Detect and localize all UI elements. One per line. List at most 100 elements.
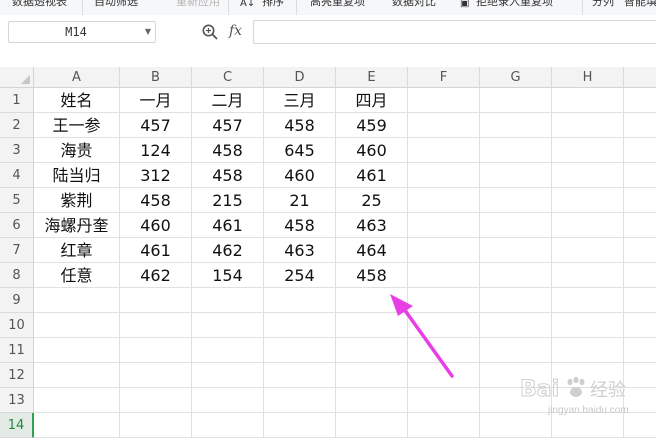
cell-e8[interactable]: 458 <box>336 263 408 288</box>
row-header-9[interactable]: 9 <box>0 288 34 313</box>
row-header-7[interactable]: 7 <box>0 238 34 263</box>
cell-a3[interactable]: 海贵 <box>34 138 120 163</box>
cell-c7[interactable]: 462 <box>192 238 264 263</box>
column-header-d[interactable]: D <box>264 67 336 88</box>
column-header-e[interactable]: E <box>336 67 408 88</box>
smart-fill-button[interactable]: 智能填 <box>624 0 656 9</box>
cell-x14[interactable] <box>624 413 656 438</box>
cell-b9[interactable] <box>120 288 192 313</box>
cell-x11[interactable] <box>624 338 656 363</box>
cell-f9[interactable] <box>408 288 480 313</box>
cell-a4[interactable]: 陆当归 <box>34 163 120 188</box>
cell-e10[interactable] <box>336 313 408 338</box>
cell-d11[interactable] <box>264 338 336 363</box>
cell-d6[interactable]: 458 <box>264 213 336 238</box>
cell-e2[interactable]: 459 <box>336 113 408 138</box>
row-header-2[interactable]: 2 <box>0 113 34 138</box>
column-header-partial[interactable] <box>624 67 656 88</box>
cell-h7[interactable] <box>552 238 624 263</box>
cell-g1[interactable] <box>480 88 552 113</box>
cell-d7[interactable]: 463 <box>264 238 336 263</box>
cell-a9[interactable] <box>34 288 120 313</box>
cell-f5[interactable] <box>408 188 480 213</box>
cell-h5[interactable] <box>552 188 624 213</box>
cell-g4[interactable] <box>480 163 552 188</box>
cell-e4[interactable]: 461 <box>336 163 408 188</box>
cell-g2[interactable] <box>480 113 552 138</box>
cell-c3[interactable]: 458 <box>192 138 264 163</box>
cell-a10[interactable] <box>34 313 120 338</box>
row-header-11[interactable]: 11 <box>0 338 34 363</box>
cell-x2[interactable] <box>624 113 656 138</box>
cell-a1[interactable]: 姓名 <box>34 88 120 113</box>
cell-a6[interactable]: 海螺丹奎 <box>34 213 120 238</box>
cell-g3[interactable] <box>480 138 552 163</box>
name-box[interactable]: M14 ▼ <box>8 21 156 43</box>
cell-f4[interactable] <box>408 163 480 188</box>
sort-button[interactable]: 排序 <box>262 0 284 9</box>
cell-c2[interactable]: 457 <box>192 113 264 138</box>
cell-f1[interactable] <box>408 88 480 113</box>
cell-e9[interactable] <box>336 288 408 313</box>
cell-h9[interactable] <box>552 288 624 313</box>
cell-g5[interactable] <box>480 188 552 213</box>
cell-e6[interactable]: 463 <box>336 213 408 238</box>
zoom-icon[interactable] <box>201 23 219 41</box>
cell-d13[interactable] <box>264 388 336 413</box>
column-header-c[interactable]: C <box>192 67 264 88</box>
cell-a12[interactable] <box>34 363 120 388</box>
column-header-b[interactable]: B <box>120 67 192 88</box>
row-header-12[interactable]: 12 <box>0 363 34 388</box>
cell-d10[interactable] <box>264 313 336 338</box>
cell-g11[interactable] <box>480 338 552 363</box>
chevron-down-icon[interactable]: ▼ <box>145 27 151 36</box>
cell-h8[interactable] <box>552 263 624 288</box>
row-header-10[interactable]: 10 <box>0 313 34 338</box>
cell-b3[interactable]: 124 <box>120 138 192 163</box>
row-header-3[interactable]: 3 <box>0 138 34 163</box>
cell-h10[interactable] <box>552 313 624 338</box>
cell-c14[interactable] <box>192 413 264 438</box>
cell-a7[interactable]: 红章 <box>34 238 120 263</box>
cell-b1[interactable]: 一月 <box>120 88 192 113</box>
cell-g6[interactable] <box>480 213 552 238</box>
cell-e13[interactable] <box>336 388 408 413</box>
cell-h4[interactable] <box>552 163 624 188</box>
cell-x6[interactable] <box>624 213 656 238</box>
cell-f11[interactable] <box>408 338 480 363</box>
cell-a5[interactable]: 紫荆 <box>34 188 120 213</box>
highlight-duplicates-button[interactable]: 高亮重复项 <box>310 0 365 9</box>
cell-x10[interactable] <box>624 313 656 338</box>
cell-d3[interactable]: 645 <box>264 138 336 163</box>
cell-f13[interactable] <box>408 388 480 413</box>
cell-a2[interactable]: 王一参 <box>34 113 120 138</box>
auto-filter-button[interactable]: 自动筛选 <box>94 0 138 9</box>
row-header-14[interactable]: 14 <box>0 413 34 438</box>
cell-c11[interactable] <box>192 338 264 363</box>
cell-b6[interactable]: 460 <box>120 213 192 238</box>
cell-x9[interactable] <box>624 288 656 313</box>
cell-b11[interactable] <box>120 338 192 363</box>
row-header-4[interactable]: 4 <box>0 163 34 188</box>
cell-d9[interactable] <box>264 288 336 313</box>
cell-e11[interactable] <box>336 338 408 363</box>
cell-g14[interactable] <box>480 413 552 438</box>
cell-x4[interactable] <box>624 163 656 188</box>
cell-f12[interactable] <box>408 363 480 388</box>
function-icon[interactable]: fx <box>229 23 242 39</box>
data-compare-button[interactable]: 数据对比 <box>392 0 436 9</box>
cell-d1[interactable]: 三月 <box>264 88 336 113</box>
cell-f6[interactable] <box>408 213 480 238</box>
cell-e3[interactable]: 460 <box>336 138 408 163</box>
column-header-f[interactable]: F <box>408 67 480 88</box>
cell-h6[interactable] <box>552 213 624 238</box>
cell-c5[interactable]: 215 <box>192 188 264 213</box>
cell-c1[interactable]: 二月 <box>192 88 264 113</box>
cell-c9[interactable] <box>192 288 264 313</box>
row-header-6[interactable]: 6 <box>0 213 34 238</box>
cell-f14[interactable] <box>408 413 480 438</box>
cell-h14[interactable] <box>552 413 624 438</box>
cell-f3[interactable] <box>408 138 480 163</box>
cell-b8[interactable]: 462 <box>120 263 192 288</box>
cell-a14[interactable] <box>34 413 120 438</box>
